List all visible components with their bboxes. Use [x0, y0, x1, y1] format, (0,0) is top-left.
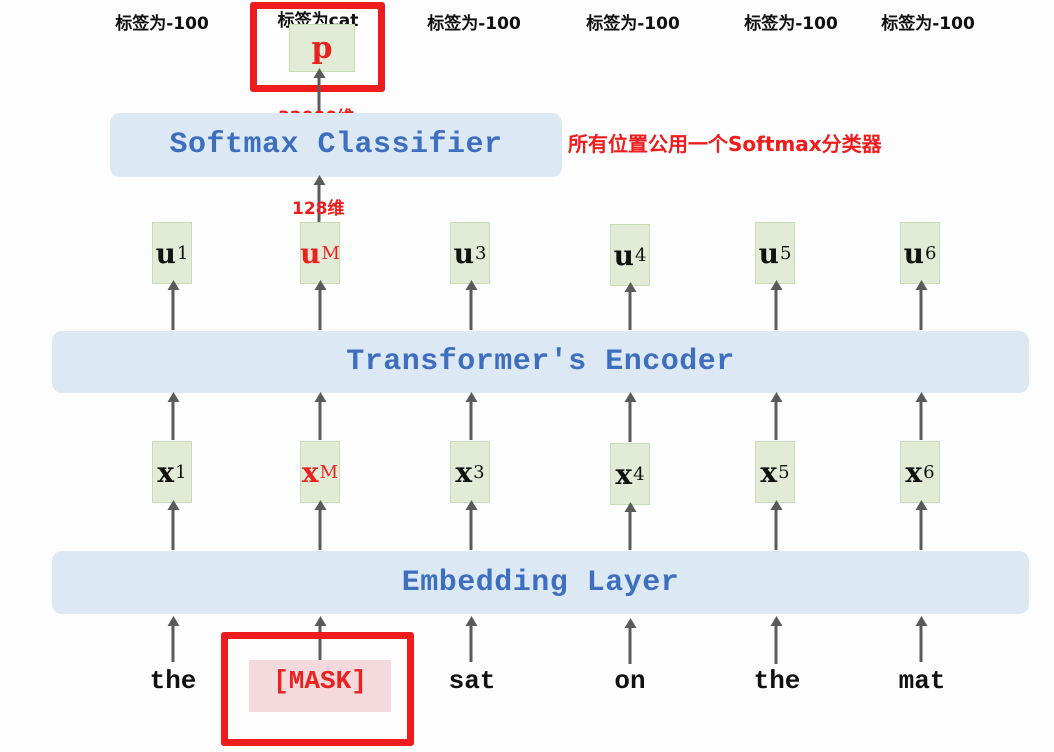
- label-pos-6: 标签为-100: [881, 14, 975, 34]
- token-the-1: the: [149, 666, 197, 696]
- label-pos-4: 标签为-100: [586, 14, 680, 34]
- arrow-encoder-to-u5: [774, 288, 778, 330]
- u-vector-3: u3: [450, 222, 490, 284]
- token-on: on: [614, 666, 646, 696]
- mask-highlight-box: [221, 632, 414, 746]
- arrow-encoder-to-u3: [469, 288, 473, 330]
- arrow-token6-to-embedding: [919, 624, 923, 662]
- u-vector-4: u4: [610, 224, 650, 286]
- arrow-token5-to-embedding: [774, 624, 778, 664]
- hidden-dim-label: 128维: [292, 199, 345, 219]
- label-pos-3: 标签为-100: [427, 14, 521, 34]
- shared-softmax-note: 所有位置公用一个Softmax分类器: [568, 132, 882, 156]
- token-the-2: the: [753, 666, 801, 696]
- arrow-token3-to-embedding: [469, 624, 473, 662]
- arrow-embedding-to-x1: [171, 508, 175, 550]
- arrow-x5-to-encoder: [774, 400, 778, 440]
- arrow-embedding-to-x5: [774, 508, 778, 550]
- arrow-embedding-to-x4: [628, 510, 632, 550]
- x-vector-masked: xM: [300, 441, 340, 503]
- arrow-x6-to-encoder: [919, 400, 923, 440]
- u-vector-1: u1: [152, 222, 192, 284]
- arrow-xm-to-encoder: [318, 400, 322, 440]
- arrow-token1-to-embedding: [171, 624, 175, 662]
- arrow-embedding-to-xm: [318, 508, 322, 550]
- label-pos-5: 标签为-100: [744, 14, 838, 34]
- arrow-x1-to-encoder: [171, 400, 175, 440]
- x-vector-6: x6: [900, 441, 940, 503]
- u-vector-6: u6: [900, 222, 940, 284]
- arrow-encoder-to-u4: [628, 290, 632, 330]
- arrow-x4-to-encoder: [628, 400, 632, 442]
- transformer-encoder-layer: Transformer's Encoder: [52, 331, 1029, 393]
- arrow-encoder-to-u1: [171, 288, 175, 330]
- softmax-classifier-layer: Softmax Classifier: [110, 113, 562, 177]
- arrow-token4-to-embedding: [628, 626, 632, 664]
- arrow-encoder-to-um: [318, 288, 322, 330]
- x-vector-4: x4: [610, 443, 650, 505]
- arrow-embedding-to-x6: [919, 508, 923, 550]
- x-vector-3: x3: [450, 441, 490, 503]
- x-vector-1: x1: [152, 441, 192, 503]
- arrow-encoder-to-u6: [919, 288, 923, 330]
- u-vector-masked: uM: [300, 222, 340, 284]
- token-sat: sat: [448, 666, 496, 696]
- u-vector-5: u5: [755, 222, 795, 284]
- embedding-layer: Embedding Layer: [52, 551, 1029, 614]
- arrow-x3-to-encoder: [469, 400, 473, 440]
- token-mat: mat: [898, 666, 946, 696]
- label-pos-1: 标签为-100: [115, 14, 209, 34]
- arrow-embedding-to-x3: [469, 508, 473, 550]
- x-vector-5: x5: [755, 441, 795, 503]
